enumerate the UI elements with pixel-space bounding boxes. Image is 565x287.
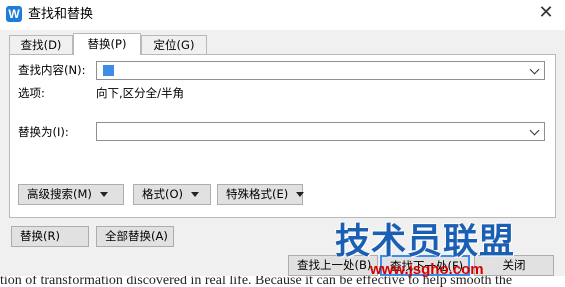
replace-label: 替换为(I): [18, 125, 69, 139]
advanced-search-label: 高级搜索(M) [27, 187, 92, 201]
options-label: 选项: [18, 86, 45, 100]
dropdown-arrow-icon [191, 192, 200, 197]
special-format-label: 特殊格式(E) [226, 187, 289, 201]
options-value: 向下,区分全/半角 [96, 86, 185, 100]
find-label: 查找内容(N): [18, 63, 86, 77]
replace-input[interactable] [96, 122, 545, 141]
tab-replace[interactable]: 替换(P) [73, 33, 141, 55]
text-caret [103, 65, 114, 76]
special-format-button[interactable]: 特殊格式(E) [217, 184, 305, 205]
wps-writer-icon: W [6, 6, 22, 22]
replace-all-button[interactable]: 全部替换(A) [96, 226, 174, 247]
close-icon[interactable]: ✕ [532, 2, 560, 26]
chevron-down-icon[interactable] [530, 64, 540, 76]
format-label: 格式(O) [142, 187, 184, 201]
format-button[interactable]: 格式(O) [133, 184, 211, 205]
watermark-logo: 技术员联盟 [335, 222, 516, 262]
find-input[interactable] [96, 61, 545, 80]
replace-button[interactable]: 替换(R) [11, 226, 89, 247]
dropdown-arrow-icon [99, 192, 108, 197]
watermark-url: www.jsgho.com [370, 261, 484, 278]
tab-goto[interactable]: 定位(G) [141, 35, 207, 54]
chevron-down-icon[interactable] [530, 125, 540, 137]
tab-find[interactable]: 查找(D) [9, 35, 73, 54]
window-title: 查找和替换 [28, 7, 94, 22]
dropdown-arrow-icon [296, 192, 305, 197]
advanced-search-button[interactable]: 高级搜索(M) [18, 184, 124, 205]
